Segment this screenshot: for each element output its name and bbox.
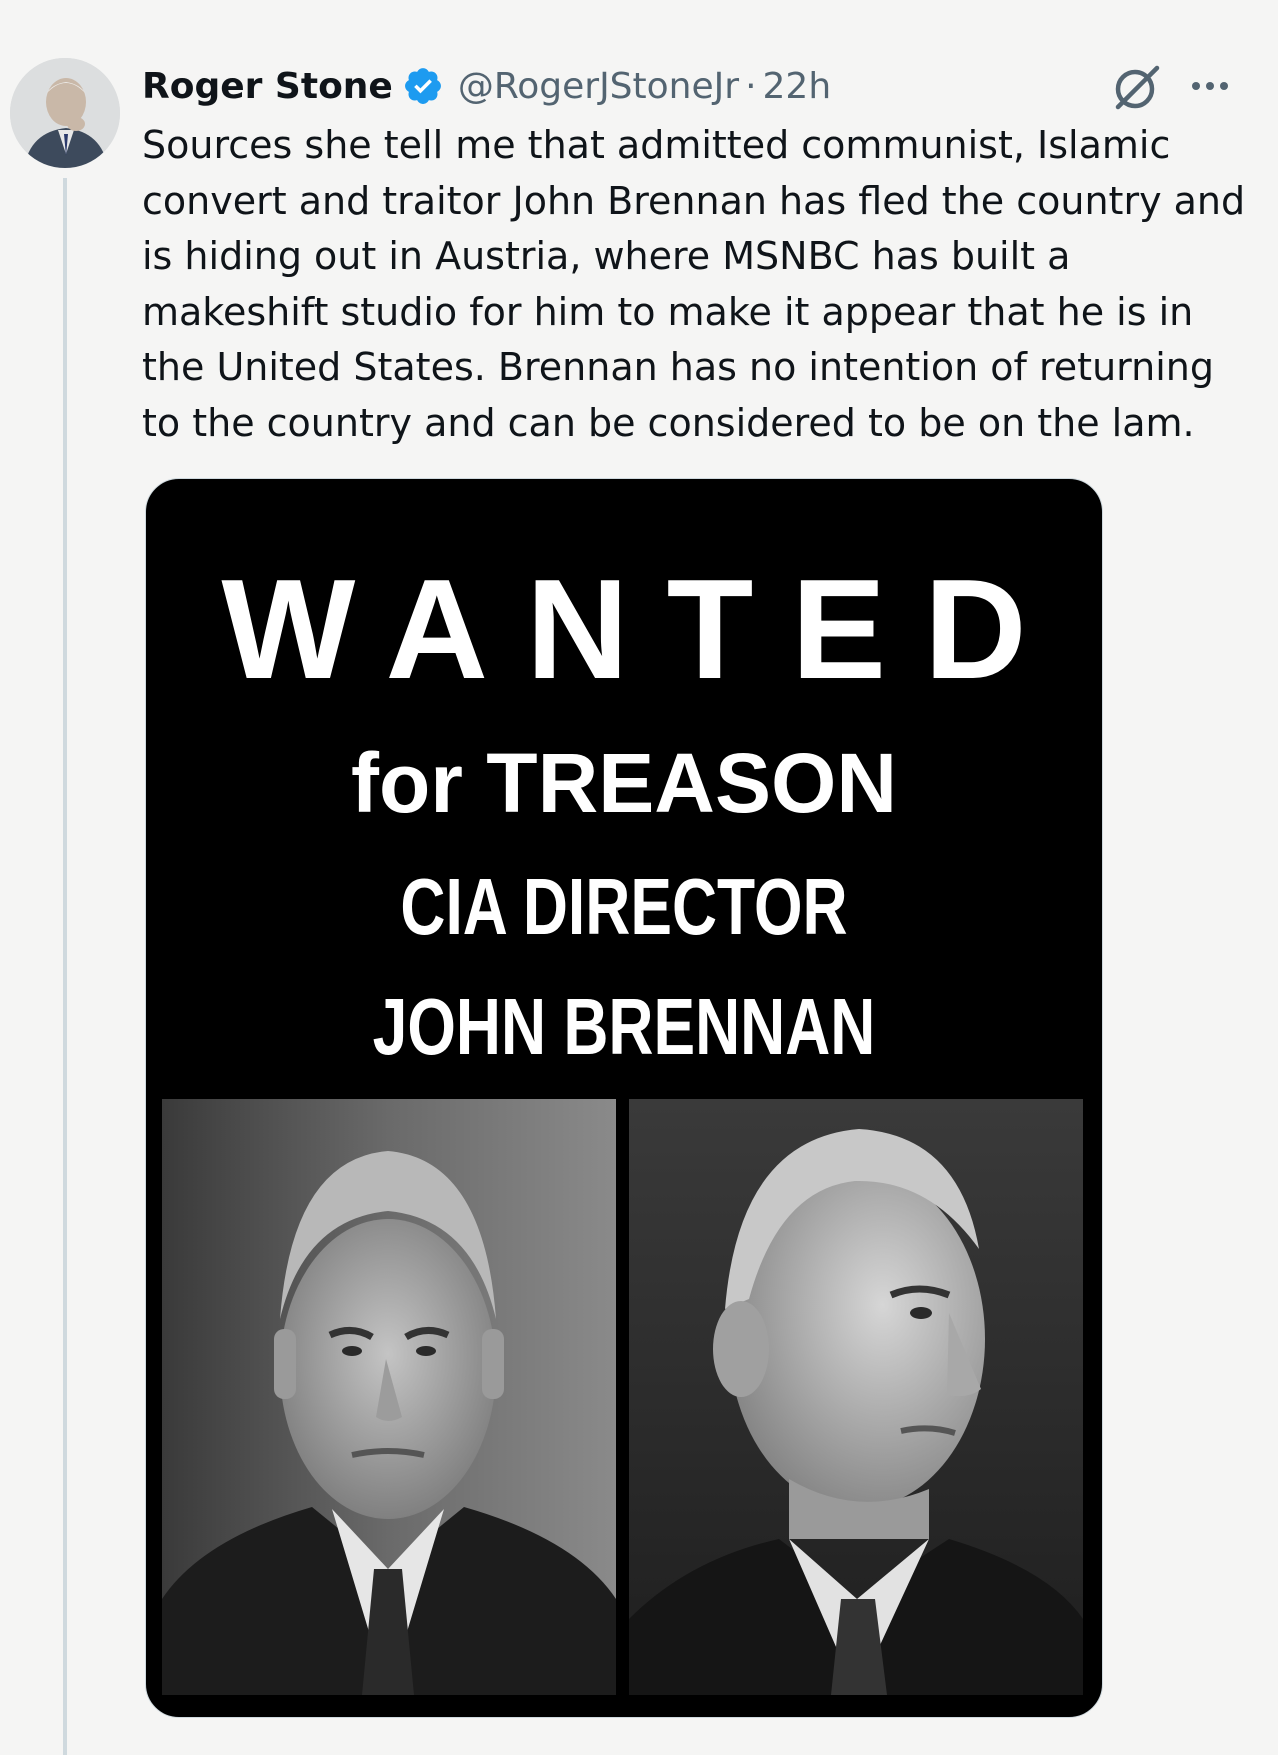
timestamp[interactable]: 22h: [763, 66, 832, 107]
grok-icon[interactable]: [1110, 60, 1164, 114]
poster-headline: WANTED: [221, 550, 1065, 709]
author-handle[interactable]: @RogerJStoneJr: [458, 66, 739, 107]
more-options-icon[interactable]: [1186, 68, 1234, 104]
poster-line-1: CIA DIRECTOR: [400, 862, 848, 951]
poster-line-2: JOHN BRENNAN: [372, 982, 876, 1071]
portrait-photo-left: [162, 1099, 616, 1695]
verified-badge-icon[interactable]: [402, 65, 444, 107]
poster-subhead: for TREASON: [351, 736, 897, 830]
author-avatar[interactable]: [10, 58, 120, 168]
tweet-header: Roger Stone @RogerJStoneJr · 22h: [142, 58, 831, 114]
thread-line: [63, 178, 67, 1755]
tweet-text: Sources she tell me that admitted commun…: [142, 123, 1246, 445]
tweet-media-image[interactable]: WANTED for TREASON CIA DIRECTOR JOHN BRE…: [145, 478, 1103, 1718]
author-name[interactable]: Roger Stone: [142, 66, 393, 107]
portrait-photo-right: [629, 1099, 1083, 1695]
separator-dot: ·: [745, 65, 757, 107]
tweet[interactable]: Roger Stone @RogerJStoneJr · 22h Sources…: [0, 0, 1278, 1755]
